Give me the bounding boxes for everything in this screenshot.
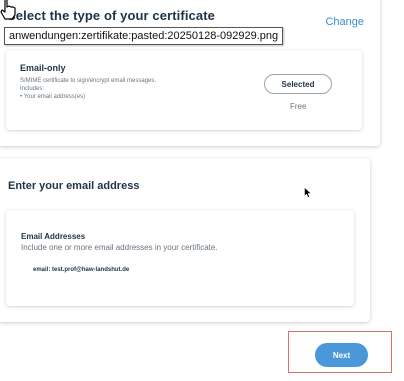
certificate-type-title: Select the type of your certificate bbox=[7, 8, 215, 23]
selected-button[interactable]: Selected bbox=[264, 74, 332, 94]
email-entry[interactable]: email: test.prof@haw-landshut.de bbox=[33, 267, 129, 273]
hand-cursor-icon bbox=[0, 0, 16, 20]
mouse-pointer-icon bbox=[304, 187, 312, 198]
email-only-option[interactable]: Email-only S/MIME certificate to sign/en… bbox=[6, 50, 362, 130]
email-addresses-subtitle: Include one or more email addresses in y… bbox=[21, 243, 218, 252]
change-link[interactable]: Change bbox=[325, 16, 364, 28]
filename-tooltip: anwendungen:zertifikate:pasted:20250128-… bbox=[4, 27, 284, 45]
email-section-title: Enter your email address bbox=[8, 180, 140, 192]
email-addresses-box: Email Addresses Include one or more emai… bbox=[6, 210, 354, 306]
option-bullet: • Your email address(es) bbox=[20, 94, 86, 100]
certificate-type-card: Select the type of your certificate Chan… bbox=[0, 0, 380, 146]
option-includes-label: Includes: bbox=[20, 86, 45, 92]
next-button[interactable]: Next bbox=[315, 343, 368, 367]
option-description: S/MIME certificate to sign/encrypt email… bbox=[20, 78, 157, 84]
option-price: Free bbox=[290, 102, 307, 111]
option-title: Email-only bbox=[20, 63, 66, 73]
email-address-card: Enter your email address Email Addresses… bbox=[0, 158, 370, 322]
email-addresses-heading: Email Addresses bbox=[21, 232, 86, 241]
